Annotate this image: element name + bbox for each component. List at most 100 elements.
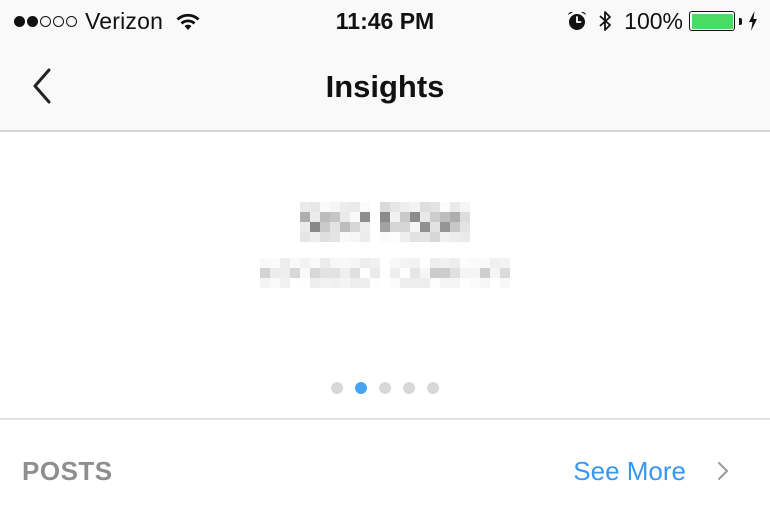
battery-tip [739,17,742,25]
redacted-pixel [400,268,410,278]
redacted-pixel [400,258,410,268]
redacted-pixel [260,268,270,278]
nav-bar: Insights [0,42,770,132]
redacted-pixel [320,212,330,222]
redacted-pixel [390,202,400,212]
redacted-pixel [400,278,410,288]
redacted-pixel [460,212,470,222]
redacted-pixel [470,268,480,278]
redacted-pixel [350,258,360,268]
redacted-pixel [340,202,350,212]
redacted-pixel [350,202,360,212]
page-dot[interactable] [403,382,415,394]
redacted-pixel [410,232,420,242]
redacted-pixel [410,202,420,212]
redacted-pixel [370,212,380,222]
redacted-pixel [350,212,360,222]
redacted-pixel [360,222,370,232]
redacted-pixel [350,268,360,278]
redacted-pixel [360,278,370,288]
redacted-pixel [360,268,370,278]
redacted-pixel [380,278,390,288]
redacted-pixel [390,278,400,288]
redacted-pixel [490,278,500,288]
redacted-pixel [280,278,290,288]
redacted-pixel [380,232,390,242]
redacted-pixel [440,202,450,212]
redacted-pixel [420,268,430,278]
posts-section-header: POSTS See More [0,420,770,509]
redacted-pixel [400,202,410,212]
redacted-pixel [440,278,450,288]
redacted-pixel [380,268,390,278]
redacted-pixel [300,258,310,268]
redacted-pixel [370,278,380,288]
redacted-pixel [360,232,370,242]
redacted-pixel [320,202,330,212]
redacted-pixel [350,222,360,232]
page-dot[interactable] [427,382,439,394]
redacted-pixel [410,222,420,232]
redacted-pixel [470,258,480,268]
redacted-pixel [450,268,460,278]
redacted-pixel [290,268,300,278]
redacted-pixel [320,278,330,288]
see-more-link[interactable]: See More [573,456,686,487]
redacted-pixel [320,232,330,242]
page-dot[interactable] [331,382,343,394]
redacted-pixel [380,202,390,212]
redacted-pixel [390,212,400,222]
redacted-pixel [430,232,440,242]
signal-dot [14,15,25,27]
redacted-pixel [320,268,330,278]
battery-fill [691,13,733,29]
redacted-headline [300,202,470,242]
redacted-pixel [450,202,460,212]
redacted-pixel [330,268,340,278]
page-title: Insights [325,69,445,104]
redacted-pixel [350,278,360,288]
redacted-pixel [370,222,380,232]
redacted-pixel [430,258,440,268]
redacted-pixel [440,222,450,232]
redacted-pixel [450,222,460,232]
redacted-pixel [270,258,280,268]
redacted-pixel [400,212,410,222]
insights-carousel[interactable] [0,134,770,418]
signal-dot [27,15,38,27]
redacted-pixel [310,202,320,212]
redacted-pixel [260,258,270,268]
redacted-pixel [500,268,510,278]
redacted-pixel [390,222,400,232]
redacted-pixel [360,202,370,212]
redacted-pixel [300,222,310,232]
posts-label: POSTS [22,456,113,486]
redacted-pixel [310,278,320,288]
redacted-pixel [480,268,490,278]
redacted-pixel [300,212,310,222]
redacted-pixel [440,268,450,278]
redacted-pixel [420,278,430,288]
redacted-pixel [370,232,380,242]
redacted-pixel [490,268,500,278]
redacted-pixel [430,202,440,212]
redacted-pixel [430,212,440,222]
redacted-pixel [320,258,330,268]
status-time: 11:46 PM [335,8,435,34]
redacted-pixel [280,258,290,268]
redacted-pixel [360,212,370,222]
chevron-right-icon[interactable] [716,460,730,482]
redacted-pixel [330,278,340,288]
redacted-pixel [310,258,320,268]
signal-dot [53,15,64,27]
back-button[interactable] [22,64,62,108]
charging-bolt-icon [749,11,757,31]
redacted-pixel [370,202,380,212]
alarm-icon [568,11,587,30]
page-dot[interactable] [379,382,391,394]
redacted-pixel [420,258,430,268]
battery-percent: 100% [624,7,683,34]
page-dot-active[interactable] [355,382,367,394]
status-bar: Verizon 11:46 PM 100% [0,0,770,42]
redacted-pixel [280,268,290,278]
